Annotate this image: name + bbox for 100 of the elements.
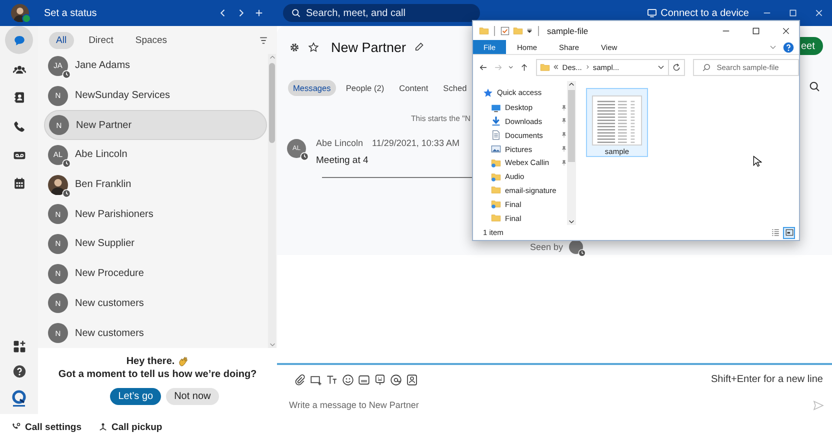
screen-capture-icon[interactable] bbox=[310, 374, 322, 386]
screen-icon bbox=[646, 8, 657, 18]
image-icon bbox=[491, 144, 501, 154]
settings-icon[interactable] bbox=[289, 42, 300, 52]
tab[interactable]: Content bbox=[394, 80, 434, 96]
chat-name: New Supplier bbox=[75, 238, 134, 250]
message-placeholder: Write a message to New Partner bbox=[289, 400, 420, 410]
phone-icon[interactable] bbox=[12, 120, 26, 133]
filter-icon[interactable] bbox=[259, 36, 268, 45]
waving-hand-icon bbox=[178, 356, 189, 367]
maximize-icon[interactable] bbox=[750, 26, 760, 36]
tab[interactable]: Sched bbox=[438, 80, 472, 96]
properties-icon[interactable] bbox=[500, 26, 510, 36]
spreadsheet-thumbnail bbox=[591, 93, 643, 146]
window-title: sample-file bbox=[547, 26, 590, 36]
plus-icon[interactable] bbox=[254, 8, 264, 18]
chat-name: Ben Franklin bbox=[75, 179, 132, 190]
call-pickup-link[interactable]: Call pickup bbox=[98, 422, 162, 432]
text-format-icon[interactable] bbox=[326, 374, 338, 386]
filter-tab[interactable]: Direct bbox=[82, 32, 120, 49]
sticker-icon[interactable] bbox=[374, 374, 386, 386]
back-arrow-icon[interactable] bbox=[479, 62, 488, 72]
apps-icon[interactable] bbox=[12, 340, 26, 353]
attachment-icon[interactable] bbox=[294, 374, 306, 386]
mention-icon[interactable] bbox=[390, 374, 402, 386]
edit-icon[interactable] bbox=[414, 42, 424, 52]
star-icon bbox=[483, 88, 493, 98]
emoji-icon[interactable] bbox=[342, 374, 354, 386]
selected-nav-item[interactable] bbox=[5, 26, 33, 54]
contacts-icon[interactable] bbox=[12, 91, 26, 104]
view-toggle[interactable] bbox=[769, 226, 781, 238]
avatar bbox=[48, 174, 68, 195]
call-settings-link[interactable]: Call settings bbox=[11, 422, 82, 432]
help-icon[interactable] bbox=[12, 365, 26, 378]
dropdown-icon[interactable] bbox=[526, 27, 533, 34]
scrollbar[interactable] bbox=[567, 81, 576, 225]
filter-tab[interactable]: All bbox=[49, 32, 74, 49]
tab[interactable]: Messages bbox=[288, 80, 336, 96]
search-icon bbox=[702, 62, 711, 72]
chat-name: New customers bbox=[75, 298, 144, 309]
chat-icon[interactable] bbox=[12, 34, 26, 47]
folder-icon bbox=[491, 172, 501, 182]
folder-icon bbox=[491, 199, 501, 210]
folder-icon bbox=[491, 158, 501, 168]
folder-icon bbox=[491, 185, 501, 196]
large-icons-view-icon bbox=[784, 228, 794, 237]
author-name: Abe Lincoln bbox=[316, 138, 364, 148]
tab[interactable]: People (2) bbox=[340, 80, 390, 96]
chat-name: New Procedure bbox=[75, 268, 144, 280]
meet-button[interactable]: eet bbox=[800, 37, 823, 55]
overflow-chevron-icon bbox=[553, 64, 560, 70]
message-input[interactable]: Write a message to New Partner bbox=[277, 394, 832, 416]
close-icon[interactable] bbox=[780, 26, 790, 36]
chat-item[interactable]: Ben Franklin bbox=[44, 170, 267, 200]
presence-dot bbox=[22, 14, 31, 23]
expand-ribbon-icon[interactable] bbox=[769, 43, 777, 51]
refresh-icon bbox=[672, 62, 681, 72]
desktop-icon bbox=[491, 102, 501, 113]
chat-name: NewSunday Services bbox=[75, 90, 170, 102]
chat-name: New Partner bbox=[76, 120, 132, 131]
folder-icon bbox=[491, 213, 501, 224]
contact-card-icon[interactable] bbox=[406, 374, 418, 386]
document-icon bbox=[491, 130, 501, 140]
composer-hint: Shift+Enter for a new line bbox=[710, 374, 823, 385]
chat-name: Abe Lincoln bbox=[75, 149, 128, 160]
chat-name: New Parishioners bbox=[75, 208, 154, 220]
recent-locations-icon[interactable] bbox=[508, 64, 514, 70]
greeting-text: Hey there. bbox=[126, 356, 175, 367]
view-toggle[interactable] bbox=[783, 226, 795, 238]
breadcrumb-chevron-icon bbox=[584, 64, 590, 70]
mouse-pointer-icon bbox=[753, 155, 762, 168]
away-badge-icon bbox=[300, 152, 309, 161]
not-now-button[interactable]: Not now bbox=[166, 388, 219, 405]
download-icon bbox=[491, 116, 501, 126]
search-placeholder: Search, meet, and call bbox=[306, 8, 406, 18]
space-title: New Partner bbox=[331, 40, 406, 54]
help-icon[interactable] bbox=[783, 42, 794, 52]
status-text[interactable]: Set a status bbox=[44, 8, 214, 18]
up-arrow-icon[interactable] bbox=[520, 62, 528, 72]
filter-tab[interactable]: Spaces bbox=[128, 32, 174, 49]
call-pickup-icon bbox=[98, 422, 108, 432]
message-text: Meeting at 4 bbox=[316, 155, 370, 166]
scroll-up-icon[interactable] bbox=[568, 81, 575, 88]
survey-question: Got a moment to tell us how we’re doing? bbox=[58, 369, 257, 380]
search-icon bbox=[291, 8, 301, 18]
scroll-down-icon[interactable] bbox=[568, 218, 575, 225]
refresh-button[interactable] bbox=[668, 58, 685, 76]
chat-name: New customers bbox=[75, 328, 144, 339]
connect-device-button[interactable]: Connect to a device bbox=[646, 8, 749, 18]
star-icon[interactable] bbox=[308, 42, 319, 52]
lets-go-button[interactable]: Let’s go bbox=[110, 388, 162, 405]
details-view-icon bbox=[770, 228, 780, 237]
gif-icon[interactable] bbox=[358, 374, 370, 386]
app-logo bbox=[11, 390, 27, 408]
search-icon[interactable] bbox=[809, 81, 820, 92]
seen-by-label: Seen by bbox=[530, 242, 564, 252]
calendar-icon[interactable] bbox=[12, 177, 26, 190]
search-field[interactable]: Search, meet, and call bbox=[283, 4, 480, 22]
dropdown-chevron-icon[interactable] bbox=[656, 63, 665, 71]
chat-name: Jane Adams bbox=[75, 60, 130, 72]
